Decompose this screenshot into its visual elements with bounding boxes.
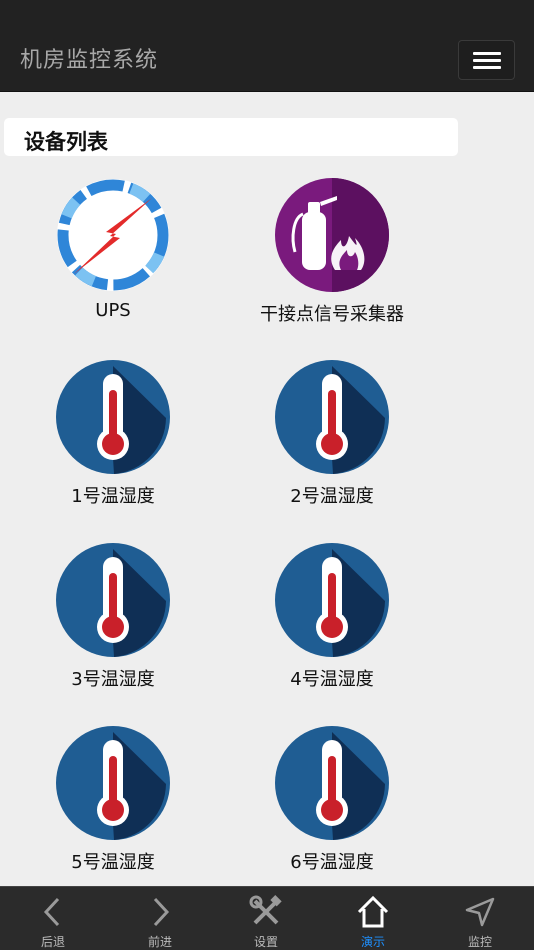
- home-icon: [357, 895, 389, 928]
- device-humidity-6[interactable]: 6号温湿度: [232, 726, 432, 886]
- device-humidity-4[interactable]: 4号温湿度: [232, 543, 432, 703]
- nav-label: 设置: [253, 935, 278, 949]
- thermometer-icon: [275, 726, 389, 840]
- thermometer-icon: [56, 360, 170, 474]
- bottom-nav: 后退 前进 设置 演示 监控: [0, 886, 534, 950]
- device-humidity-3[interactable]: 3号温湿度: [13, 543, 213, 703]
- navigation-arrow-icon: [465, 897, 495, 927]
- nav-label: 前进: [147, 935, 172, 949]
- menu-icon: [473, 52, 501, 55]
- thermometer-icon: [56, 726, 170, 840]
- nav-forward[interactable]: 前进: [107, 887, 213, 950]
- app-title: 机房监控系统: [20, 48, 159, 73]
- menu-button[interactable]: [458, 40, 515, 80]
- device-label: 干接点信号采集器: [260, 304, 404, 325]
- nav-back[interactable]: 后退: [0, 887, 106, 950]
- device-humidity-1[interactable]: 1号温湿度: [13, 360, 213, 520]
- section-title: 设备列表: [4, 118, 458, 156]
- device-label: 5号温湿度: [71, 852, 155, 873]
- device-dry-contact-collector[interactable]: 干接点信号采集器: [232, 178, 432, 338]
- device-label: 4号温湿度: [290, 669, 374, 690]
- thermometer-icon: [275, 543, 389, 657]
- chevron-right-icon: [153, 897, 170, 927]
- device-label: 3号温湿度: [71, 669, 155, 690]
- device-label: 6号温湿度: [290, 852, 374, 873]
- device-humidity-5[interactable]: 5号温湿度: [13, 726, 213, 886]
- app-header: 机房监控系统: [0, 0, 534, 92]
- device-label: UPS: [95, 300, 131, 321]
- device-label: 1号温湿度: [71, 486, 155, 507]
- menu-icon: [473, 59, 501, 62]
- device-label: 2号温湿度: [290, 486, 374, 507]
- menu-icon: [473, 66, 501, 69]
- thermometer-icon: [56, 543, 170, 657]
- fire-extinguisher-icon: [275, 178, 389, 292]
- nav-monitor[interactable]: 监控: [427, 887, 533, 950]
- nav-label: 演示: [360, 935, 385, 949]
- tools-icon: [249, 895, 282, 925]
- device-humidity-2[interactable]: 2号温湿度: [232, 360, 432, 520]
- ups-power-icon: [57, 179, 169, 291]
- nav-demo[interactable]: 演示: [320, 887, 426, 950]
- device-ups[interactable]: UPS: [13, 178, 213, 338]
- chevron-left-icon: [43, 897, 60, 927]
- nav-label: 监控: [467, 935, 492, 949]
- thermometer-icon: [275, 360, 389, 474]
- nav-label: 后退: [40, 935, 65, 949]
- nav-settings[interactable]: 设置: [213, 887, 319, 950]
